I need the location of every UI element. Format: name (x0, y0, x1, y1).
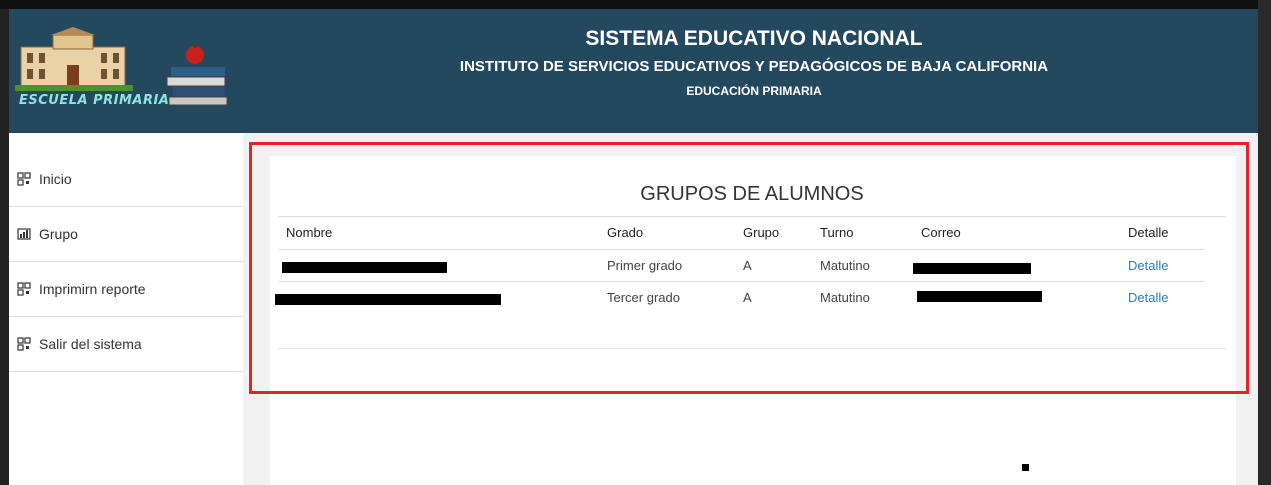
sidebar-item-label: Imprimirn reporte (39, 281, 146, 297)
highlight-box (249, 142, 1249, 394)
page-title: SISTEMA EDUCATIVO NACIONAL (585, 27, 923, 50)
page-header: ESCUELA PRIMARIA SISTEMA EDUCATIVO NACIO… (9, 9, 1258, 133)
sidebar-item-inicio[interactable]: Inicio (9, 133, 243, 207)
page-subtitle-level: EDUCACIÓN PRIMARIA (686, 84, 822, 98)
sidebar-item-grupo[interactable]: Grupo (9, 207, 243, 262)
window-scrollbar[interactable] (1258, 0, 1271, 485)
sidebar-item-label: Salir del sistema (39, 336, 142, 352)
window-top-strip (0, 0, 1271, 9)
cursor-dot (1022, 464, 1029, 471)
bar-chart-icon (17, 228, 31, 240)
qr-icon (17, 172, 31, 186)
sidebar-item-reporte[interactable]: Imprimirn reporte (9, 262, 243, 317)
school-logo: ESCUELA PRIMARIA (13, 27, 233, 117)
sidebar-item-label: Grupo (39, 226, 78, 242)
sidebar-item-label: Inicio (39, 171, 72, 187)
sidebar-item-salir[interactable]: Salir del sistema (9, 317, 243, 372)
logo-text: ESCUELA PRIMARIA (19, 93, 170, 108)
qr-icon (17, 337, 31, 351)
page-subtitle: INSTITUTO DE SERVICIOS EDUCATIVOS Y PEDA… (459, 58, 1049, 75)
sidebar: Inicio Grupo Imprimirn reporte Salir del… (9, 133, 243, 485)
window-left-strip (0, 9, 9, 485)
header-titles: SISTEMA EDUCATIVO NACIONAL INSTITUTO DE … (389, 24, 1119, 102)
qr-icon (17, 282, 31, 296)
